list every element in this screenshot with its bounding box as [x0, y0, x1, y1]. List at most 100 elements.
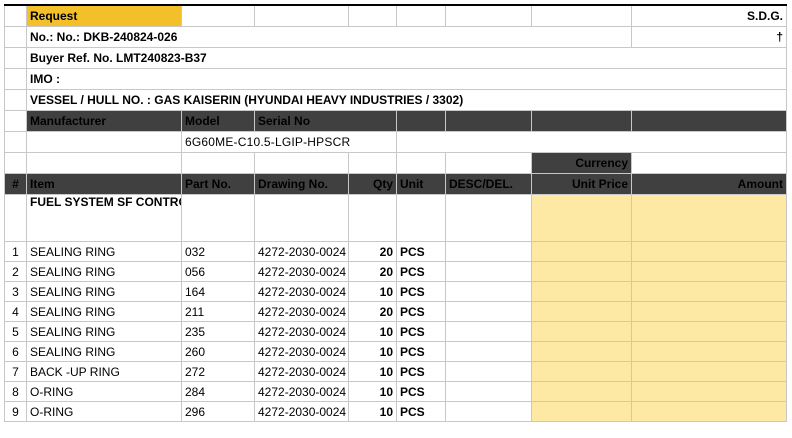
row-unitprice[interactable] — [531, 281, 632, 302]
row-item[interactable]: BACK -UP RING — [26, 361, 182, 382]
row-qty[interactable]: 20 — [348, 261, 397, 282]
sdg-label[interactable]: S.D.G. — [631, 4, 787, 27]
row-qty[interactable]: 10 — [348, 361, 397, 382]
dagger-mark[interactable]: † — [631, 26, 787, 48]
group-amount[interactable] — [631, 194, 787, 242]
group-desc[interactable] — [445, 194, 532, 242]
row-amount[interactable] — [631, 401, 787, 422]
row-desc[interactable] — [445, 261, 532, 282]
model-value[interactable]: 6G60ME-C10.5-LGIP-HPSCR — [181, 131, 397, 153]
col-unitprice-header[interactable]: Unit Price — [531, 173, 632, 195]
cell-g1[interactable] — [445, 4, 532, 27]
row-unitprice[interactable] — [531, 241, 632, 262]
currency-header[interactable]: Currency — [531, 152, 632, 174]
row-num[interactable]: 3 — [4, 281, 27, 302]
cell-a2[interactable] — [4, 26, 27, 48]
row-unitprice[interactable] — [531, 261, 632, 282]
cell-f8[interactable] — [396, 152, 446, 174]
cell-a1[interactable] — [4, 4, 27, 27]
model-header[interactable]: Model — [181, 110, 255, 132]
row-unitprice[interactable] — [531, 301, 632, 322]
cell-a7[interactable] — [4, 131, 27, 153]
row-unit[interactable]: PCS — [396, 341, 446, 362]
group-partno[interactable] — [181, 194, 255, 242]
row-amount[interactable] — [631, 261, 787, 282]
row-desc[interactable] — [445, 361, 532, 382]
row-amount[interactable] — [631, 241, 787, 262]
group-drawingno[interactable] — [254, 194, 349, 242]
cell-h1[interactable] — [531, 4, 632, 27]
row-partno[interactable]: 056 — [181, 261, 255, 282]
row-partno[interactable]: 284 — [181, 381, 255, 402]
row-num[interactable]: 2 — [4, 261, 27, 282]
row-amount[interactable] — [631, 361, 787, 382]
cell-d8[interactable] — [254, 152, 349, 174]
row-drawingno[interactable]: 4272-2030-0024 — [254, 281, 349, 302]
manufacturer-value[interactable] — [26, 131, 182, 153]
row-amount[interactable] — [631, 281, 787, 302]
row-partno[interactable]: 235 — [181, 321, 255, 342]
row-unitprice[interactable] — [531, 381, 632, 402]
col-qty-header[interactable]: Qty — [348, 173, 397, 195]
row-partno[interactable]: 272 — [181, 361, 255, 382]
row-drawingno[interactable]: 4272-2030-0024 — [254, 341, 349, 362]
row-qty[interactable]: 10 — [348, 281, 397, 302]
row-unit[interactable]: PCS — [396, 361, 446, 382]
row-unit[interactable]: PCS — [396, 381, 446, 402]
col-desc-header[interactable]: DESC/DEL. — [445, 173, 532, 195]
row-drawingno[interactable]: 4272-2030-0024 — [254, 261, 349, 282]
row-item[interactable]: O-RING — [26, 381, 182, 402]
row-desc[interactable] — [445, 301, 532, 322]
row-desc[interactable] — [445, 341, 532, 362]
col-num-header[interactable]: # — [4, 173, 27, 195]
row-num[interactable]: 7 — [4, 361, 27, 382]
buyer-ref[interactable]: Buyer Ref. No. LMT240823-B37 — [26, 47, 787, 69]
row-desc[interactable] — [445, 401, 532, 422]
row-drawingno[interactable]: 4272-2030-0024 — [254, 301, 349, 322]
cell-g8[interactable] — [445, 152, 532, 174]
row-drawingno[interactable]: 4272-2030-0024 — [254, 321, 349, 342]
header-blank-i[interactable] — [631, 110, 787, 132]
row-unitprice[interactable] — [531, 401, 632, 422]
row-num[interactable]: 9 — [4, 401, 27, 422]
row-num[interactable]: 4 — [4, 301, 27, 322]
header-blank-f[interactable] — [396, 110, 446, 132]
row-qty[interactable]: 20 — [348, 241, 397, 262]
cell-a3[interactable] — [4, 47, 27, 69]
cell-d1[interactable] — [254, 4, 349, 27]
row-num[interactable]: 8 — [4, 381, 27, 402]
row-drawingno[interactable]: 4272-2030-0024 — [254, 401, 349, 422]
row-unitprice[interactable] — [531, 361, 632, 382]
row-qty[interactable]: 10 — [348, 401, 397, 422]
row-amount[interactable] — [631, 341, 787, 362]
cell-b8[interactable] — [26, 152, 182, 174]
row-item[interactable]: SEALING RING — [26, 261, 182, 282]
row-num[interactable]: 5 — [4, 321, 27, 342]
row-unit[interactable]: PCS — [396, 401, 446, 422]
row-num[interactable]: 1 — [4, 241, 27, 262]
manufacturer-header[interactable]: Manufacturer — [26, 110, 182, 132]
row-drawingno[interactable]: 4272-2030-0024 — [254, 381, 349, 402]
cell-a8[interactable] — [4, 152, 27, 174]
col-amount-header[interactable]: Amount — [631, 173, 787, 195]
row-unit[interactable]: PCS — [396, 301, 446, 322]
row-partno[interactable]: 260 — [181, 341, 255, 362]
row-desc[interactable] — [445, 281, 532, 302]
col-drawingno-header[interactable]: Drawing No. — [254, 173, 349, 195]
cell-c8[interactable] — [181, 152, 255, 174]
row-item[interactable]: SEALING RING — [26, 321, 182, 342]
request-number[interactable]: No.: No.: DKB-240824-026 — [26, 26, 632, 48]
group-unitprice[interactable] — [531, 194, 632, 242]
cell-f7[interactable] — [396, 131, 787, 153]
row-unit[interactable]: PCS — [396, 261, 446, 282]
row-desc[interactable] — [445, 321, 532, 342]
row-drawingno[interactable]: 4272-2030-0024 — [254, 361, 349, 382]
row-unitprice[interactable] — [531, 321, 632, 342]
row-desc[interactable] — [445, 381, 532, 402]
group-qty[interactable] — [348, 194, 397, 242]
row-partno[interactable]: 296 — [181, 401, 255, 422]
cell-e1[interactable] — [348, 4, 397, 27]
row-qty[interactable]: 10 — [348, 341, 397, 362]
cell-a5[interactable] — [4, 89, 27, 111]
row-desc[interactable] — [445, 241, 532, 262]
